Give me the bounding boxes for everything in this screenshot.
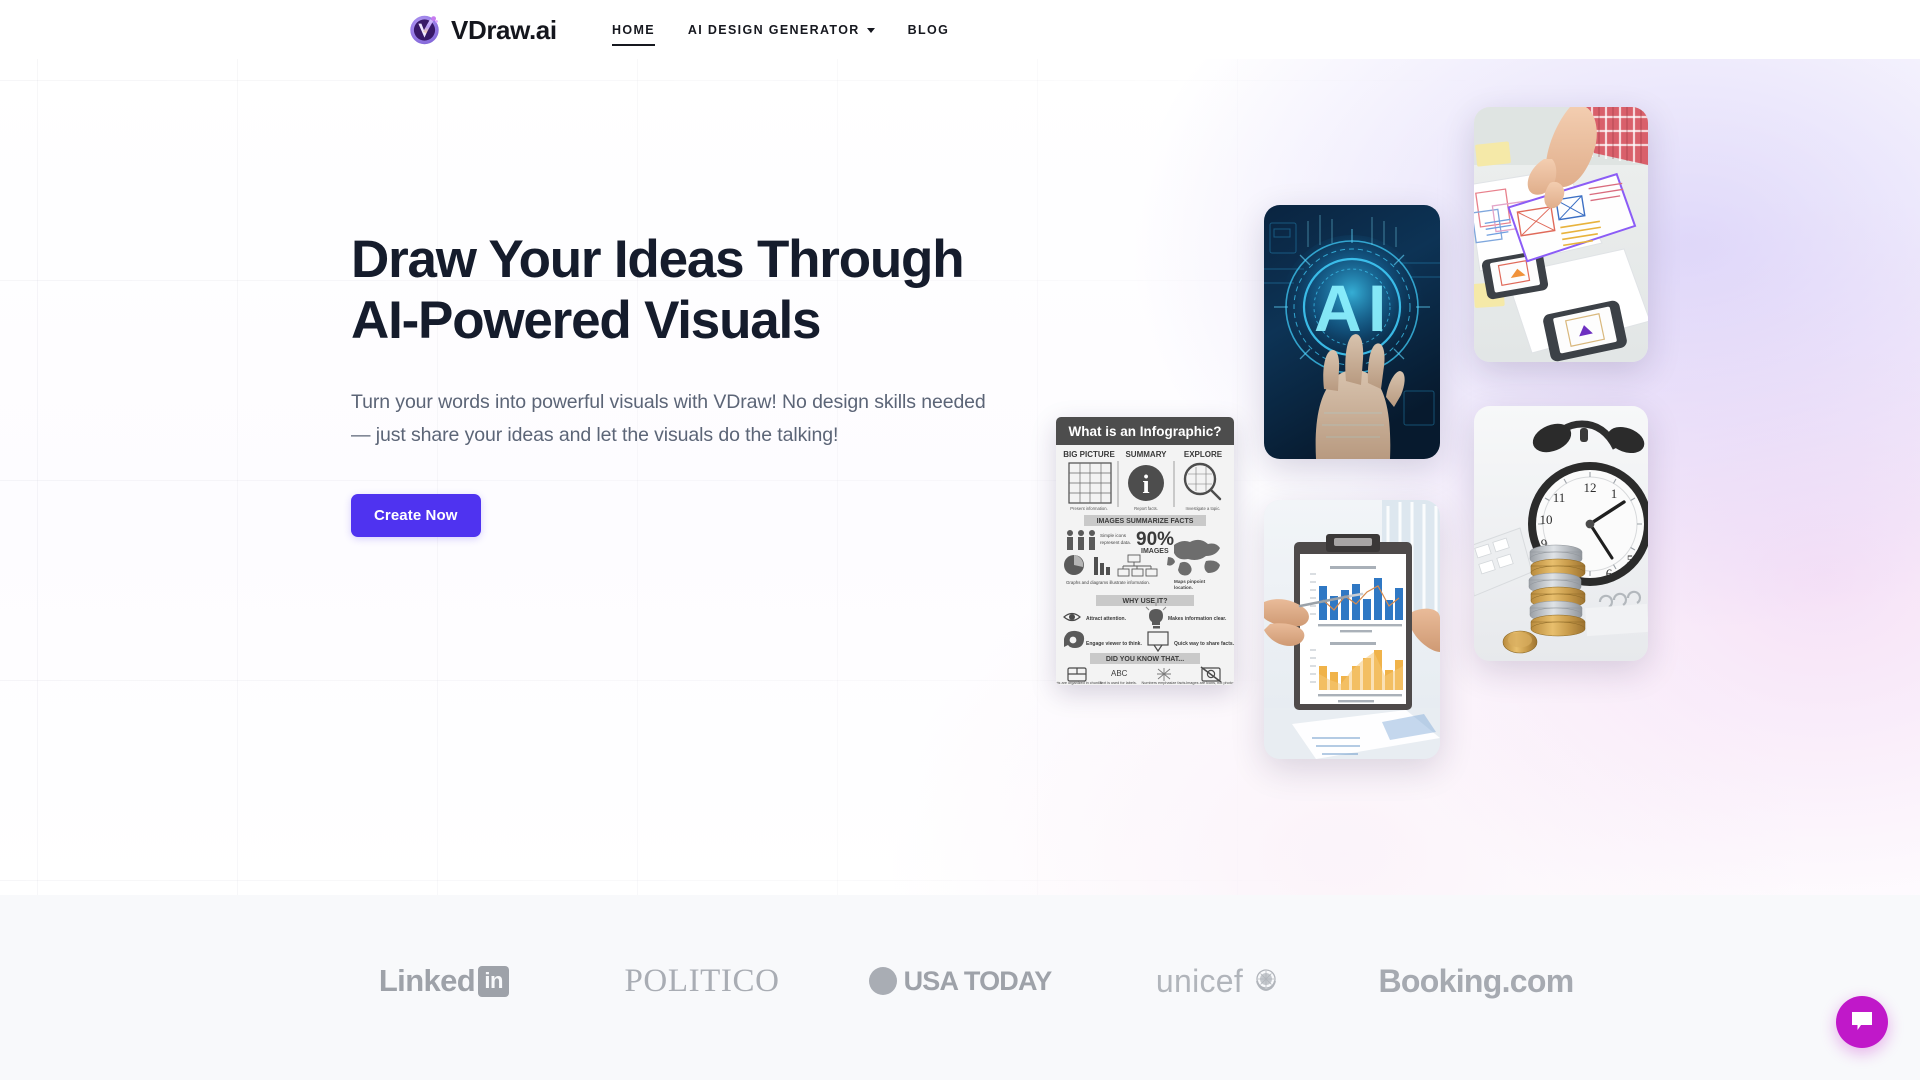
vdraw-logo-icon bbox=[408, 13, 441, 46]
chevron-down-icon bbox=[866, 28, 875, 33]
svg-text:Graphs and diagrams illustrate: Graphs and diagrams illustrate informati… bbox=[1066, 580, 1150, 585]
svg-text:Images are icons, not photos.: Images are icons, not photos. bbox=[1186, 681, 1234, 685]
usatoday-dot-icon bbox=[868, 967, 897, 995]
bar-chart-clipboard-image[interactable] bbox=[1264, 500, 1440, 759]
svg-text:EXPLORE: EXPLORE bbox=[1184, 450, 1223, 459]
linkedin-logo-text: Linked bbox=[378, 963, 476, 998]
svg-text:Report facts.: Report facts. bbox=[1134, 506, 1158, 511]
politico-logo: POLITICO bbox=[573, 963, 831, 1000]
svg-text:1: 1 bbox=[1611, 486, 1618, 501]
svg-text:5: 5 bbox=[1627, 552, 1634, 567]
unicef-logo-text: unicef bbox=[1155, 962, 1244, 999]
svg-text:Facts are organized in chunks.: Facts are organized in chunks. bbox=[1056, 681, 1103, 685]
svg-text:Attract attention.: Attract attention. bbox=[1086, 616, 1127, 622]
svg-text:WHY USE IT?: WHY USE IT? bbox=[1123, 598, 1168, 605]
svg-text:Investigate a topic.: Investigate a topic. bbox=[1186, 506, 1221, 511]
svg-text:Engage viewer to think.: Engage viewer to think. bbox=[1086, 641, 1142, 647]
hero-copy-block: Draw Your Ideas Through AI-Powered Visua… bbox=[351, 229, 1071, 538]
hero-title-line-2: AI-Powered Visuals bbox=[351, 291, 822, 351]
chat-bubble-icon bbox=[1849, 1008, 1875, 1037]
logo-row: Linked in POLITICO USA TODAY unicef Book… bbox=[0, 921, 1920, 1041]
linkedin-logo-badge: in bbox=[478, 965, 510, 997]
page-root: VDraw.ai HOME AI DESIGN GENERATOR BLOG D… bbox=[0, 0, 1920, 1080]
svg-text:IMAGES: IMAGES bbox=[1141, 548, 1169, 555]
nav-item-blog-label: BLOG bbox=[907, 22, 950, 37]
svg-text:DID YOU KNOW THAT...: DID YOU KNOW THAT... bbox=[1106, 656, 1184, 663]
politico-logo-text: POLITICO bbox=[624, 962, 780, 999]
nav-item-blog[interactable]: BLOG bbox=[908, 4, 950, 56]
nav-item-ai-design-generator[interactable]: AI DESIGN GENERATOR bbox=[688, 4, 875, 56]
brand-name-text: VDraw.ai bbox=[451, 14, 557, 45]
ai-hologram-hand-image[interactable]: A I bbox=[1264, 205, 1440, 459]
site-header: VDraw.ai HOME AI DESIGN GENERATOR BLOG bbox=[0, 0, 1920, 59]
svg-text:represent data.: represent data. bbox=[1100, 540, 1131, 545]
create-now-button[interactable]: Create Now bbox=[351, 494, 481, 538]
svg-text:Simple icons: Simple icons bbox=[1100, 533, 1127, 538]
svg-text:6: 6 bbox=[1606, 566, 1613, 581]
linkedin-logo: Linked in bbox=[315, 963, 573, 999]
svg-text:10: 10 bbox=[1540, 512, 1553, 527]
nav-item-home-label: HOME bbox=[612, 22, 655, 37]
trusted-by-logo-strip: Linked in POLITICO USA TODAY unicef Book… bbox=[0, 895, 1920, 1080]
svg-text:BIG PICTURE: BIG PICTURE bbox=[1063, 450, 1115, 459]
page-title: Draw Your Ideas Through AI-Powered Visua… bbox=[351, 229, 1071, 352]
svg-text:location.: location. bbox=[1174, 585, 1193, 590]
alarm-clock-coins-image[interactable]: 12 1 11 10 9 8 7 6 5 bbox=[1474, 406, 1648, 661]
svg-text:i: i bbox=[1142, 470, 1149, 499]
main-navigation: HOME AI DESIGN GENERATOR BLOG bbox=[612, 0, 949, 59]
svg-text:Numbers emphasize facts.: Numbers emphasize facts. bbox=[1142, 681, 1187, 685]
booking-logo: Booking.com bbox=[1347, 963, 1605, 1000]
ux-wireframe-sketches-image[interactable] bbox=[1474, 107, 1648, 362]
booking-logo-text: Booking.com bbox=[1378, 962, 1575, 999]
svg-text:IMAGES SUMMARIZE FACTS: IMAGES SUMMARIZE FACTS bbox=[1097, 518, 1194, 525]
svg-text:Quick way to share facts.: Quick way to share facts. bbox=[1174, 641, 1234, 647]
infographic-title-text: What is an Infographic? bbox=[1068, 424, 1221, 439]
svg-text:12: 12 bbox=[1584, 480, 1597, 495]
hero-subtitle: Turn your words into powerful visuals wi… bbox=[351, 390, 986, 446]
hero-image-collage: A I 12 1 11 10 9 6 5 What is an Infograp… bbox=[1050, 59, 1920, 895]
svg-text:SUMMARY: SUMMARY bbox=[1125, 450, 1167, 459]
brand-logo-link[interactable]: VDraw.ai bbox=[408, 0, 557, 59]
unicef-emblem-icon bbox=[1252, 965, 1280, 998]
usatoday-logo: USA TODAY bbox=[831, 966, 1089, 997]
svg-text:I: I bbox=[1368, 271, 1386, 345]
hero-section: Draw Your Ideas Through AI-Powered Visua… bbox=[0, 59, 1920, 895]
svg-text:ABC: ABC bbox=[1111, 669, 1128, 678]
infographic-card[interactable]: What is an Infographic? BIG PICTURE SUMM… bbox=[1056, 417, 1234, 685]
svg-text:Makes information clear.: Makes information clear. bbox=[1168, 616, 1227, 622]
hero-title-line-1: Draw Your Ideas Through bbox=[351, 230, 965, 289]
svg-text:Maps pinpoint: Maps pinpoint bbox=[1174, 579, 1206, 584]
svg-text:Present information.: Present information. bbox=[1070, 506, 1107, 511]
nav-item-home[interactable]: HOME bbox=[612, 4, 655, 56]
nav-item-ai-design-generator-label: AI DESIGN GENERATOR bbox=[687, 22, 860, 37]
usatoday-logo-text: USA TODAY bbox=[903, 965, 1053, 996]
svg-text:Text is used for labels.: Text is used for labels. bbox=[1099, 681, 1137, 685]
svg-text:11: 11 bbox=[1553, 490, 1566, 505]
svg-text:90%: 90% bbox=[1136, 529, 1174, 550]
chat-widget-button[interactable] bbox=[1836, 996, 1888, 1048]
svg-text:A: A bbox=[1314, 271, 1362, 345]
unicef-logo: unicef bbox=[1089, 963, 1347, 1000]
